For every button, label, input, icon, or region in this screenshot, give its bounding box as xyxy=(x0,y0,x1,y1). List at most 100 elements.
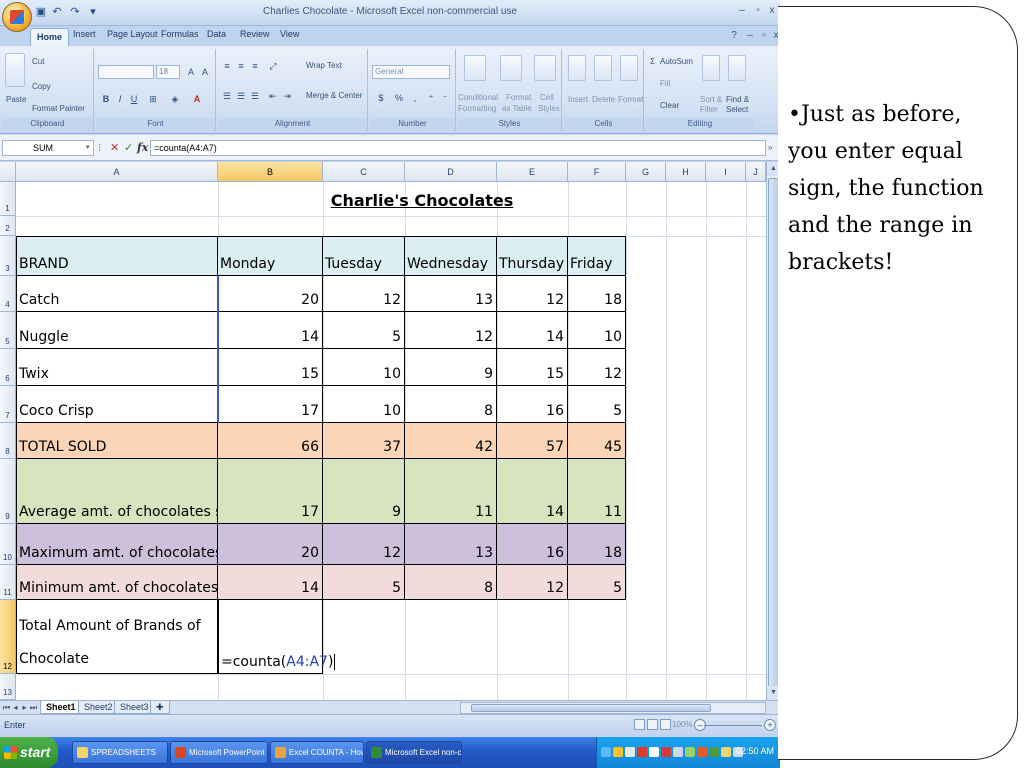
column-header[interactable]: C xyxy=(323,162,405,182)
cell-styles-label[interactable]: Cell xyxy=(540,93,554,102)
value-cell[interactable]: 20 xyxy=(218,524,323,565)
value-cell[interactable]: 13 xyxy=(405,276,497,312)
table-header-day[interactable]: Friday xyxy=(568,236,626,276)
find-select-button[interactable]: Find & xyxy=(726,95,749,104)
value-cell[interactable]: 15 xyxy=(218,349,323,386)
paste-button[interactable] xyxy=(5,53,25,87)
value-cell[interactable]: 14 xyxy=(218,565,323,600)
row-header[interactable]: 1 xyxy=(0,182,16,216)
decrease-decimal-icon[interactable]: ⁻ xyxy=(438,91,452,105)
align-right-icon[interactable]: ☰ xyxy=(248,89,262,103)
tab-home[interactable]: Home xyxy=(30,28,70,46)
delete-button[interactable]: Delete xyxy=(592,95,615,104)
prev-sheet-icon[interactable]: ◂ xyxy=(11,701,20,714)
customize-qat-icon[interactable]: ▾ xyxy=(86,5,100,19)
column-header[interactable]: B xyxy=(218,162,323,182)
percent-button[interactable]: % xyxy=(392,91,406,105)
italic-button[interactable]: I xyxy=(113,92,127,106)
format-as-table-label[interactable]: Format xyxy=(506,93,531,102)
row-label-cell[interactable]: Maximum amt. of chocolates xyxy=(16,524,218,565)
name-box-dropdown-icon[interactable]: ▾ xyxy=(86,140,90,156)
page-layout-view-icon[interactable] xyxy=(647,719,658,730)
column-header[interactable]: D xyxy=(405,162,497,182)
value-cell[interactable]: 12 xyxy=(497,565,568,600)
value-cell[interactable]: 57 xyxy=(497,423,568,459)
tab-data[interactable]: Data xyxy=(207,29,226,39)
align-top-icon[interactable]: ≡ xyxy=(220,59,234,73)
column-header[interactable]: F xyxy=(568,162,626,182)
save-icon[interactable]: ▣ xyxy=(34,5,48,19)
value-cell[interactable]: 17 xyxy=(218,386,323,423)
delete-cells-icon[interactable] xyxy=(594,55,612,81)
value-cell[interactable]: 42 xyxy=(405,423,497,459)
accounting-icon[interactable]: $ xyxy=(374,91,388,105)
column-header[interactable]: H xyxy=(666,162,706,182)
column-header[interactable]: J xyxy=(746,162,766,182)
underline-button[interactable]: U xyxy=(127,92,141,106)
row-header[interactable]: 5 xyxy=(0,312,16,349)
tray-icon[interactable] xyxy=(709,747,719,757)
redo-icon[interactable]: ↷ xyxy=(68,5,82,19)
cell-styles-icon[interactable] xyxy=(534,55,556,81)
workbook-restore-icon[interactable]: ▫ xyxy=(758,30,770,41)
taskbar-item[interactable]: Excel COUNTA - How ... xyxy=(270,741,364,764)
tab-page-layout[interactable]: Page Layout xyxy=(107,29,158,39)
table-header-day[interactable]: Tuesday xyxy=(323,236,405,276)
sheet-title[interactable]: Charlie's Chocolates xyxy=(218,188,626,214)
fill-button[interactable]: Fill xyxy=(660,79,670,88)
tray-icon[interactable] xyxy=(697,747,707,757)
row-header[interactable]: 2 xyxy=(0,216,16,236)
table-header-day[interactable]: Thursday xyxy=(497,236,568,276)
column-header[interactable]: I xyxy=(706,162,746,182)
table-header-day[interactable]: Wednesday xyxy=(405,236,497,276)
value-cell[interactable]: 17 xyxy=(218,459,323,524)
value-cell[interactable]: 5 xyxy=(323,312,405,349)
value-cell[interactable]: 12 xyxy=(323,524,405,565)
value-cell[interactable]: 11 xyxy=(568,459,626,524)
expand-formula-bar-icon[interactable]: » xyxy=(768,140,772,156)
insert-function-icon[interactable]: fx xyxy=(137,140,148,156)
taskbar-item[interactable]: Microsoft Excel non-c... xyxy=(366,741,462,764)
borders-icon[interactable]: ⊞ xyxy=(146,92,160,106)
number-format-select[interactable]: General xyxy=(372,65,450,79)
workbook-minimize-icon[interactable]: – xyxy=(744,30,756,41)
last-sheet-icon[interactable]: ⏭ xyxy=(29,701,38,714)
table-header-brand[interactable]: BRAND xyxy=(16,236,218,276)
value-cell[interactable]: 12 xyxy=(568,349,626,386)
sheet-tab-2[interactable]: Sheet2 xyxy=(78,701,119,714)
row-label-cell[interactable]: TOTAL SOLD xyxy=(16,423,218,459)
tray-icon[interactable] xyxy=(661,747,671,757)
cut-button[interactable]: Cut xyxy=(32,57,44,66)
name-box[interactable]: SUM xyxy=(2,140,94,156)
row-header[interactable]: 3 xyxy=(0,236,16,276)
format-painter-button[interactable]: Format Painter xyxy=(32,104,85,113)
tray-icon[interactable] xyxy=(673,747,683,757)
fill-color-icon[interactable]: ◈ xyxy=(168,92,182,106)
bold-button[interactable]: B xyxy=(99,92,113,106)
row-header[interactable]: 6 xyxy=(0,349,16,386)
conditional-formatting-icon[interactable] xyxy=(464,55,486,81)
formula-bar-resize-icon[interactable]: ⁝ xyxy=(98,140,102,156)
help-icon[interactable]: ? xyxy=(728,30,740,41)
tray-icon[interactable] xyxy=(637,747,647,757)
value-cell[interactable]: 12 xyxy=(323,276,405,312)
value-cell[interactable]: 5 xyxy=(568,386,626,423)
decrease-indent-icon[interactable]: ⇤ xyxy=(266,89,280,103)
sort-filter-button[interactable]: Sort & xyxy=(700,95,722,104)
select-all-corner[interactable] xyxy=(0,162,16,182)
value-cell[interactable]: 18 xyxy=(568,524,626,565)
value-cell[interactable]: 5 xyxy=(568,565,626,600)
value-cell[interactable]: 10 xyxy=(568,312,626,349)
value-cell[interactable]: 18 xyxy=(568,276,626,312)
value-cell[interactable]: 5 xyxy=(323,565,405,600)
row-header[interactable]: 10 xyxy=(0,524,16,565)
restore-icon[interactable]: ▫ xyxy=(752,5,764,16)
start-button[interactable]: start xyxy=(0,737,58,768)
format-as-table-icon[interactable] xyxy=(500,55,522,81)
align-bottom-icon[interactable]: ≡ xyxy=(248,59,262,73)
insert-cells-icon[interactable] xyxy=(568,55,586,81)
row-label-cell[interactable]: Minimum amt. of chocolates xyxy=(16,565,218,600)
value-cell[interactable]: 66 xyxy=(218,423,323,459)
value-cell[interactable]: 14 xyxy=(497,312,568,349)
insert-sheet-icon[interactable]: ✚ xyxy=(150,701,170,714)
